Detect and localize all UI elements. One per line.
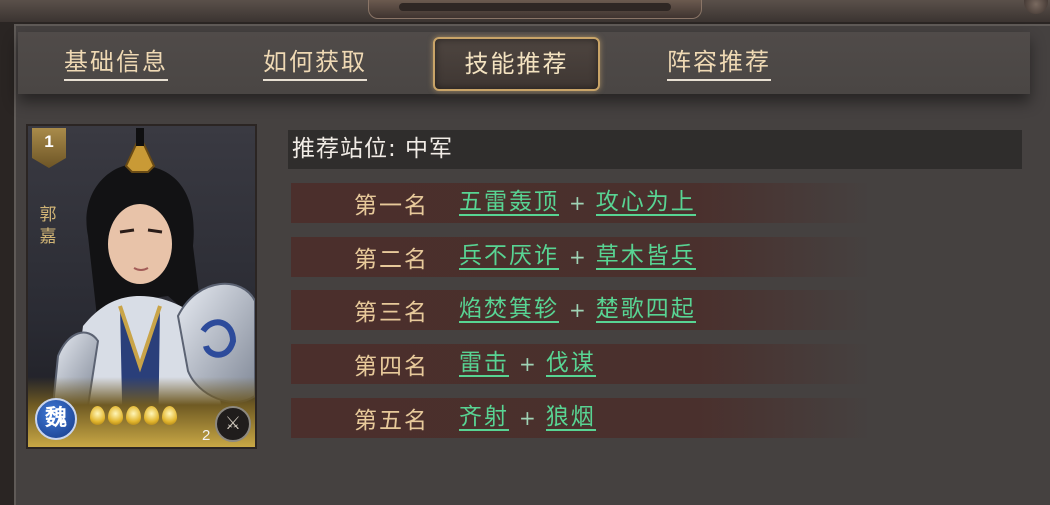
star-icon bbox=[90, 406, 105, 425]
hero-card[interactable]: 1 郭嘉 魏 2 ⚔ bbox=[26, 124, 257, 449]
plus-sign: + bbox=[569, 191, 586, 215]
star-rating bbox=[90, 406, 177, 425]
recommended-position: 推荐站位: 中军 bbox=[288, 130, 1022, 169]
faction-badge: 魏 bbox=[35, 398, 77, 440]
rank-label: 第三名 bbox=[354, 300, 429, 326]
archer-shield-icon: ⚔ bbox=[215, 406, 251, 442]
rank-row-4: 第四名 雷击 + 伐谋 bbox=[291, 344, 871, 384]
tab-label: 基础信息 bbox=[64, 48, 168, 81]
plus-sign: + bbox=[519, 352, 536, 376]
plus-sign: + bbox=[569, 298, 586, 322]
star-icon bbox=[126, 406, 141, 425]
plus-sign: + bbox=[519, 406, 536, 430]
skill-link[interactable]: 狼烟 bbox=[545, 405, 596, 431]
skill-link[interactable]: 焰焚箕轸 bbox=[459, 297, 559, 323]
skill-link[interactable]: 五雷轰顶 bbox=[459, 190, 559, 216]
rank-label: 第二名 bbox=[354, 247, 429, 273]
tab-label: 阵容推荐 bbox=[667, 48, 771, 81]
top-ornament bbox=[368, 0, 702, 19]
tab-how-to-obtain[interactable]: 如何获取 bbox=[256, 44, 374, 84]
star-icon bbox=[162, 406, 177, 425]
star-icon bbox=[144, 406, 159, 425]
tab-skill-recommend[interactable]: 技能推荐 bbox=[433, 37, 600, 91]
plus-sign: + bbox=[569, 245, 586, 269]
tab-lineup-recommend[interactable]: 阵容推荐 bbox=[660, 44, 778, 84]
rank-row-1: 第一名 五雷轰顶 + 攻心为上 bbox=[291, 183, 871, 223]
rank-row-2: 第二名 兵不厌诈 + 草木皆兵 bbox=[291, 237, 871, 277]
rank-label: 第五名 bbox=[354, 408, 429, 434]
tab-label: 如何获取 bbox=[263, 48, 367, 81]
skill-link[interactable]: 雷击 bbox=[459, 351, 509, 377]
tab-basic-info[interactable]: 基础信息 bbox=[57, 44, 175, 84]
skill-link[interactable]: 攻心为上 bbox=[595, 190, 696, 216]
skill-link[interactable]: 齐射 bbox=[459, 405, 509, 431]
skill-link[interactable]: 伐谋 bbox=[545, 351, 596, 377]
cost-value: 2 bbox=[202, 427, 211, 444]
skill-link[interactable]: 楚歌四起 bbox=[595, 297, 696, 323]
skill-link[interactable]: 草木皆兵 bbox=[595, 244, 696, 270]
rank-row-5: 第五名 齐射 + 狼烟 bbox=[291, 398, 871, 438]
rank-row-3: 第三名 焰焚箕轸 + 楚歌四起 bbox=[291, 290, 871, 330]
rank-label: 第一名 bbox=[354, 193, 429, 219]
hero-name: 郭嘉 bbox=[39, 205, 57, 247]
star-icon bbox=[108, 406, 123, 425]
skill-link[interactable]: 兵不厌诈 bbox=[459, 244, 559, 270]
tab-label: 技能推荐 bbox=[464, 50, 569, 78]
rank-label: 第四名 bbox=[354, 354, 429, 380]
